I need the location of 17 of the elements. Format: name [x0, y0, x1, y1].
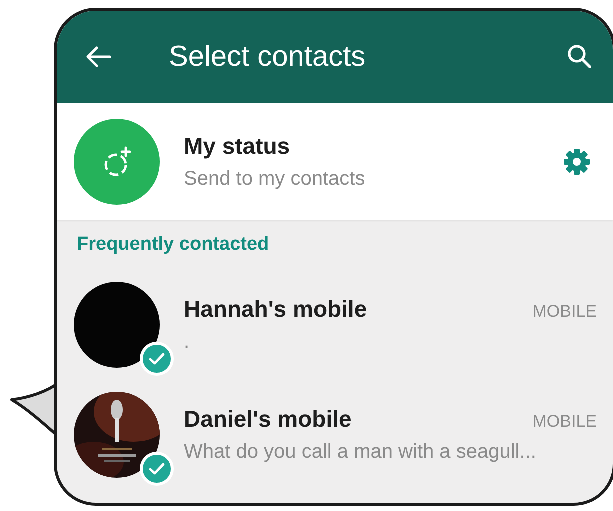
- back-icon[interactable]: [86, 46, 112, 68]
- contact-name: Hannah's mobile: [184, 296, 368, 323]
- status-name: My status: [184, 132, 292, 160]
- section-heading: Frequently contacted: [77, 234, 270, 256]
- settings-icon[interactable]: [563, 148, 591, 176]
- phone-type: MOBILE: [532, 302, 597, 322]
- contact-status: What do you call a man with a seagull...: [184, 441, 538, 464]
- contact-name: Daniel's mobile: [184, 406, 352, 433]
- contact-status: .: [184, 331, 191, 354]
- contact-row[interactable]: Daniel's mobile MOBILE What do you call a man with a seagull...: [57, 388, 613, 488]
- phone-type: MOBILE: [532, 412, 597, 432]
- status-subtitle: Send to my contacts: [184, 168, 366, 190]
- my-status-row[interactable]: My status Send to my contacts: [57, 103, 613, 220]
- add-status-icon: [74, 118, 160, 204]
- contact-row[interactable]: Hannah's mobile MOBILE .: [57, 278, 613, 378]
- screen-title: Select contacts: [169, 40, 367, 74]
- search-icon[interactable]: [567, 44, 593, 70]
